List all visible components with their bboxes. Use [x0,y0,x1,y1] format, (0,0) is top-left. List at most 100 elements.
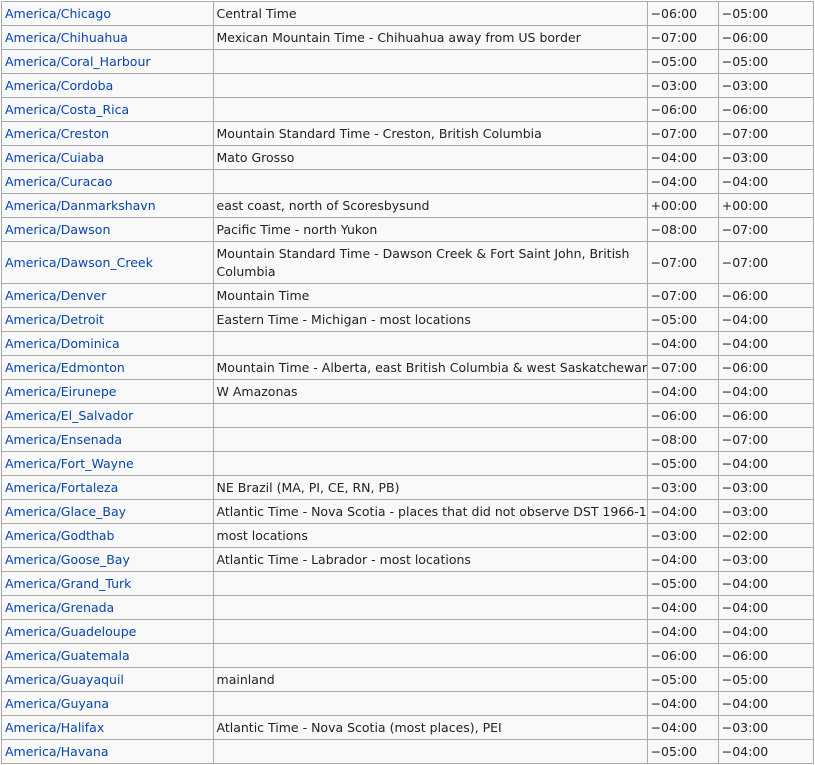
utc-offset-cell: −04:00 [646,547,719,572]
timezone-comment-cell [212,619,648,644]
utc-dst-offset-cell: −06:00 [717,403,815,428]
table-row: America/Cuiaba Mato Grosso −04:00 −03:00 [1,145,815,170]
utc-dst-offset-cell: −03:00 [717,73,815,98]
timezone-link[interactable]: America/Coral_Harbour [5,54,151,69]
table-row: America/Godthab most locations −03:00 −02:0… [1,523,815,548]
timezone-table-body: America/Chicago Central Time −06:00 −05:00 A… [1,1,815,764]
utc-dst-offset-cell: −04:00 [717,739,815,764]
timezone-name-cell: America/Chicago [1,1,214,26]
utc-dst-offset-cell: −06:00 [717,283,815,308]
timezone-link[interactable]: America/Curacao [5,174,112,189]
timezone-link[interactable]: America/Costa_Rica [5,102,129,117]
timezone-link[interactable]: America/Guayaquil [5,672,124,687]
utc-offset-cell: −05:00 [646,451,719,476]
timezone-link[interactable]: America/Glace_Bay [5,504,126,519]
timezone-comment-cell: east coast, north of Scoresbysund [212,193,648,218]
timezone-link[interactable]: America/Halifax [5,720,104,735]
timezone-comment-cell [212,331,648,356]
timezone-name-cell: America/Ensenada [1,427,214,452]
timezone-link[interactable]: America/Goose_Bay [5,552,130,567]
utc-dst-offset-cell: −04:00 [717,307,815,332]
timezone-name-cell: America/Chihuahua [1,25,214,50]
timezone-comment-cell [212,403,648,428]
timezone-name-cell: America/Grand_Turk [1,571,214,596]
table-row: America/Guadeloupe −04:00 −04:00 [1,619,815,644]
timezone-link[interactable]: America/Cuiaba [5,150,104,165]
utc-dst-offset-cell: −04:00 [717,571,815,596]
timezone-link[interactable]: America/Guyana [5,696,109,711]
utc-offset-cell: −07:00 [646,25,719,50]
timezone-link[interactable]: America/Dominica [5,336,120,351]
timezone-name-cell: America/Fort_Wayne [1,451,214,476]
timezone-link[interactable]: America/Godthab [5,528,114,543]
utc-dst-offset-cell: −06:00 [717,355,815,380]
timezone-link[interactable]: America/Cordoba [5,78,113,93]
timezone-link[interactable]: America/Fortaleza [5,480,118,495]
timezone-name-cell: America/Dawson_Creek [1,241,214,284]
utc-offset-cell: −03:00 [646,73,719,98]
timezone-link[interactable]: America/Grand_Turk [5,576,131,591]
table-row: America/Creston Mountain Standard Time - … [1,121,815,146]
utc-offset-cell: −07:00 [646,283,719,308]
utc-offset-cell: −05:00 [646,739,719,764]
table-row: America/El_Salvador −06:00 −06:00 [1,403,815,428]
timezone-comment-cell: Pacific Time - north Yukon [212,217,648,242]
utc-offset-cell: −04:00 [646,331,719,356]
timezone-link[interactable]: America/Guadeloupe [5,624,136,639]
utc-dst-offset-cell: −03:00 [717,475,815,500]
timezone-comment-cell [212,571,648,596]
utc-offset-cell: −06:00 [646,643,719,668]
timezone-name-cell: America/Danmarkshavn [1,193,214,218]
utc-dst-offset-cell: −04:00 [717,379,815,404]
timezone-name-cell: America/Costa_Rica [1,97,214,122]
timezone-link[interactable]: America/Detroit [5,312,104,327]
timezone-comment-cell: Mountain Standard Time - Creston, Britis… [212,121,648,146]
utc-dst-offset-cell: −06:00 [717,25,815,50]
utc-offset-cell: −03:00 [646,523,719,548]
timezone-name-cell: America/Edmonton [1,355,214,380]
timezone-comment-cell: Eastern Time - Michigan - most locations [212,307,648,332]
table-row: America/Detroit Eastern Time - Michigan -… [1,307,815,332]
timezone-name-cell: America/Cordoba [1,73,214,98]
timezone-comment-cell: mainland [212,667,648,692]
timezone-comment-cell [212,97,648,122]
timezone-name-cell: America/Godthab [1,523,214,548]
table-row: America/Denver Mountain Time −07:00 −06:00 [1,283,815,308]
table-row: America/Dawson_Creek Mountain Standard Ti… [1,241,815,284]
timezone-name-cell: America/Fortaleza [1,475,214,500]
timezone-name-cell: America/Cuiaba [1,145,214,170]
table-row: America/Guatemala −06:00 −06:00 [1,643,815,668]
timezone-link[interactable]: America/Edmonton [5,360,125,375]
timezone-link[interactable]: America/Grenada [5,600,114,615]
timezone-name-cell: America/Goose_Bay [1,547,214,572]
timezone-comment-cell [212,595,648,620]
timezone-link[interactable]: America/Eirunepe [5,384,116,399]
timezone-link[interactable]: America/Chihuahua [5,30,128,45]
timezone-link[interactable]: America/Danmarkshavn [5,198,156,213]
timezone-comment-cell [212,451,648,476]
timezone-link[interactable]: America/Dawson_Creek [5,255,153,270]
timezone-link[interactable]: America/Ensenada [5,432,122,447]
timezone-link[interactable]: America/Dawson [5,222,110,237]
timezone-link[interactable]: America/Creston [5,126,109,141]
timezone-link[interactable]: America/Havana [5,744,108,759]
utc-dst-offset-cell: −05:00 [717,667,815,692]
table-row: America/Eirunepe W Amazonas −04:00 −04:00 [1,379,815,404]
timezone-name-cell: America/Guatemala [1,643,214,668]
timezone-name-cell: America/Guayaquil [1,667,214,692]
utc-offset-cell: −08:00 [646,427,719,452]
timezone-link[interactable]: America/Guatemala [5,648,130,663]
timezone-comment-cell [212,427,648,452]
utc-dst-offset-cell: −03:00 [717,547,815,572]
timezone-link[interactable]: America/Fort_Wayne [5,456,134,471]
timezone-link[interactable]: America/Chicago [5,6,111,21]
timezone-comment-cell [212,643,648,668]
timezone-link[interactable]: America/El_Salvador [5,408,133,423]
table-row: America/Grenada −04:00 −04:00 [1,595,815,620]
utc-dst-offset-cell: −03:00 [717,145,815,170]
table-row: America/Glace_Bay Atlantic Time - Nova Sc… [1,499,815,524]
timezone-link[interactable]: America/Denver [5,288,106,303]
timezone-table: America/Chicago Central Time −06:00 −05:00 A… [1,1,815,764]
table-row: America/Danmarkshavn east coast, north of… [1,193,815,218]
utc-dst-offset-cell: −03:00 [717,499,815,524]
